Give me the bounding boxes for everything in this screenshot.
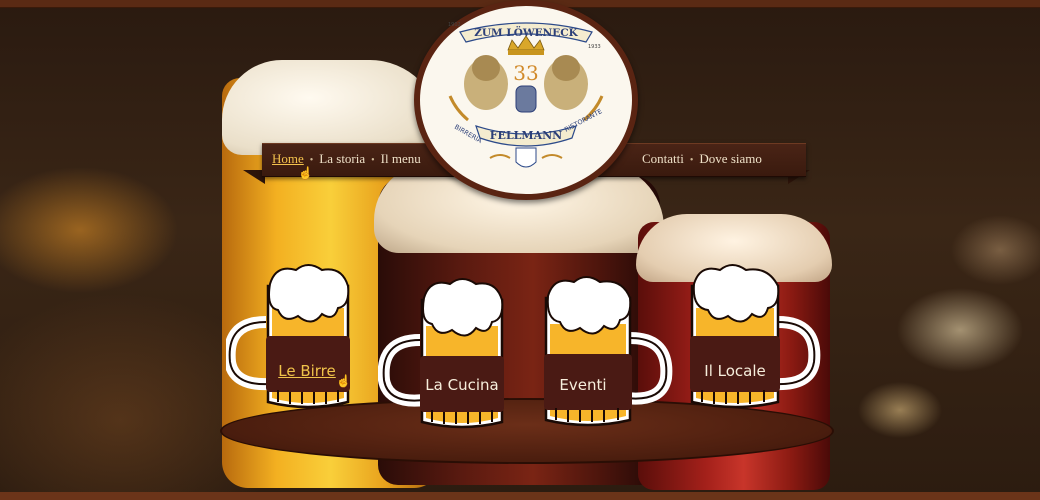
mug-eventi[interactable]	[530, 268, 680, 440]
nav-separator: •	[309, 155, 314, 166]
logo-name: FELLMANN	[490, 129, 562, 142]
logo-right-text: RISTORANTE	[563, 107, 603, 133]
logo-year-right: 1933	[588, 44, 601, 50]
mug-il-locale[interactable]	[686, 262, 836, 422]
bottom-frame	[0, 492, 1040, 500]
main-nav-right: Contatti • Dove siamo	[642, 151, 762, 167]
nav-dove-siamo[interactable]: Dove siamo	[699, 151, 761, 166]
logo-badge[interactable]: ZUM LÖWENECK 1902 1933 33 FELLMANN BIRRE…	[414, 0, 638, 200]
nav-la-storia[interactable]: La storia	[319, 151, 365, 166]
nav-separator: •	[689, 155, 694, 166]
nav-il-menu[interactable]: Il menu	[381, 151, 421, 166]
lion-crest-icon: ZUM LÖWENECK 1902 1933 33 FELLMANN BIRRE…	[448, 22, 603, 168]
hand-cursor-icon: ☝	[298, 166, 313, 180]
nav-contatti[interactable]: Contatti	[642, 151, 684, 166]
nav-home[interactable]: Home	[272, 151, 304, 166]
logo-year-left: 1902	[448, 22, 461, 28]
nav-separator: •	[371, 155, 375, 166]
hand-cursor-icon: ☝	[336, 374, 351, 388]
mug-label-eventi[interactable]: Eventi	[528, 376, 638, 394]
main-nav-left: Home • La storia • Il menu	[272, 151, 421, 167]
mug-le-birre[interactable]	[226, 262, 376, 422]
mug-label-la-cucina[interactable]: La Cucina	[407, 376, 517, 394]
mug-label-il-locale[interactable]: Il Locale	[680, 362, 790, 380]
beer-foam	[222, 60, 440, 155]
logo-number: 33	[513, 61, 538, 85]
mug-la-cucina[interactable]	[378, 270, 518, 440]
